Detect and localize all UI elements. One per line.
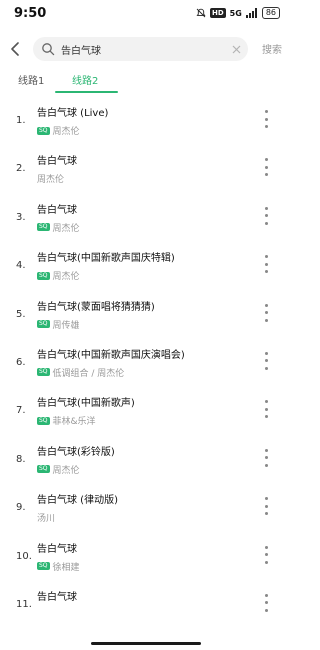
more-options-icon[interactable] xyxy=(260,545,272,564)
song-index: 2. xyxy=(16,163,26,175)
song-index: 9. xyxy=(16,502,26,514)
song-index: 10. xyxy=(16,550,32,562)
tab-route-1[interactable]: 线路1 xyxy=(18,72,44,87)
mute-icon xyxy=(196,8,206,18)
song-artist: 周杰伦 xyxy=(52,127,80,137)
sq-badge: SQ xyxy=(37,223,50,232)
song-artist: 周杰伦 xyxy=(52,272,80,283)
song-title: 告白气球 xyxy=(37,204,77,216)
song-artist-row: SQ 周杰伦 xyxy=(37,269,80,282)
more-options-icon[interactable] xyxy=(260,448,272,467)
song-index: 1. xyxy=(16,115,26,126)
song-title: 告白气球(中国新歌声国庆特辑) xyxy=(37,253,175,265)
more-options-icon[interactable] xyxy=(260,593,272,612)
home-indicator[interactable] xyxy=(91,642,201,645)
song-list: 1. 告白气球 (Live) SQ 周杰伦 2. 告白气球 周杰伦 3. 告白气球… xyxy=(0,96,292,628)
song-artist: 徐相建 xyxy=(52,562,80,573)
song-index: 4. xyxy=(16,260,26,272)
song-index: 11. xyxy=(16,598,32,610)
song-artist-row: SQ 周传雄 xyxy=(37,318,80,331)
more-options-icon[interactable] xyxy=(260,158,272,177)
song-list-item[interactable]: 2. 告白气球 周杰伦 xyxy=(0,144,292,192)
song-list-item[interactable]: 3. 告白气球 SQ 周杰伦 xyxy=(0,193,292,241)
search-query-text: 告白气球 xyxy=(61,46,101,57)
back-arrow-icon[interactable] xyxy=(6,38,24,60)
song-title: 告白气球 xyxy=(37,156,77,168)
song-title: 告白气球 (律动版) xyxy=(37,495,118,507)
song-index: 3. xyxy=(16,211,26,223)
song-title: 告白气球(彩铃版) xyxy=(37,446,115,458)
more-options-icon[interactable] xyxy=(260,110,272,128)
song-list-item[interactable]: 10. 告白气球 SQ 徐相建 xyxy=(0,532,292,580)
song-artist-row: SQ 周杰伦 xyxy=(37,463,80,476)
sq-badge: SQ xyxy=(37,320,50,329)
active-tab-indicator xyxy=(55,91,118,93)
song-list-item[interactable]: 6. 告白气球(中国新歌声国庆演唱会) SQ 低调组合 / 周杰伦 xyxy=(0,338,292,386)
song-list-item[interactable]: 4. 告白气球(中国新歌声国庆特辑) SQ 周杰伦 xyxy=(0,241,292,289)
route-tabs: 线路1 线路2 xyxy=(0,66,292,96)
song-artist-row: 汤川 xyxy=(37,511,55,524)
song-artist: 周杰伦 xyxy=(52,223,80,234)
song-list-item[interactable]: 5. 告白气球(蒙面唱将猜猜猜) SQ 周传雄 xyxy=(0,290,292,338)
status-time: 9:50 xyxy=(14,6,47,21)
song-artist: 周杰伦 xyxy=(37,175,65,186)
song-index: 6. xyxy=(16,356,26,368)
status-icons: HD 5G 86 xyxy=(196,7,280,19)
song-title: 告白气球(中国新歌声) xyxy=(37,398,135,410)
song-artist-row: SQ 低调组合 / 周杰伦 xyxy=(37,366,124,379)
song-index: 7. xyxy=(16,405,26,417)
song-title: 告白气球 xyxy=(37,591,77,603)
song-index: 5. xyxy=(16,308,26,320)
sq-badge: SQ xyxy=(37,126,50,135)
song-artist-row: SQ 徐相建 xyxy=(37,560,80,573)
hd-badge: HD xyxy=(210,8,226,18)
more-options-icon[interactable] xyxy=(260,255,272,274)
song-index: 8. xyxy=(16,453,26,465)
clear-icon[interactable] xyxy=(230,43,242,55)
song-artist-row: SQ 菲林&乐洋 xyxy=(37,414,96,427)
tab-route-2[interactable]: 线路2 xyxy=(72,72,98,87)
song-title: 告白气球 xyxy=(37,543,77,555)
network-5g-label: 5G xyxy=(229,8,242,18)
song-artist: 周传雄 xyxy=(52,320,80,331)
more-options-icon[interactable] xyxy=(260,351,272,370)
song-list-item[interactable]: 9. 告白气球 (律动版) 汤川 xyxy=(0,483,292,531)
song-list-item[interactable]: 1. 告白气球 (Live) SQ 周杰伦 xyxy=(0,96,292,144)
song-list-item[interactable]: 7. 告白气球(中国新歌声) SQ 菲林&乐洋 xyxy=(0,386,292,434)
search-bar: 告白气球 搜索 xyxy=(0,36,292,62)
song-artist: 周杰伦 xyxy=(52,465,80,476)
sq-badge: SQ xyxy=(37,416,50,425)
sq-badge: SQ xyxy=(37,368,50,377)
status-bar: 9:50 HD 5G 86 xyxy=(0,0,292,28)
more-options-icon[interactable] xyxy=(260,400,272,419)
song-title: 告白气球(蒙面唱将猜猜猜) xyxy=(37,301,155,313)
signal-icon xyxy=(245,8,257,18)
search-icon xyxy=(42,43,55,56)
search-input[interactable]: 告白气球 xyxy=(33,37,248,61)
more-options-icon[interactable] xyxy=(260,303,272,322)
song-list-item[interactable]: 11. 告白气球 xyxy=(0,580,292,628)
song-title: 告白气球 (Live) xyxy=(37,108,109,119)
song-title: 告白气球(中国新歌声国庆演唱会) xyxy=(37,349,185,361)
song-artist: 汤川 xyxy=(37,514,56,525)
search-button[interactable]: 搜索 xyxy=(262,41,282,56)
song-artist-row: SQ 周杰伦 xyxy=(37,124,80,137)
song-artist-row: SQ 周杰伦 xyxy=(37,221,80,234)
sq-badge: SQ xyxy=(37,465,50,474)
song-artist: 低调组合 / 周杰伦 xyxy=(52,368,125,379)
more-options-icon[interactable] xyxy=(260,497,272,516)
sq-badge: SQ xyxy=(37,562,50,571)
battery-icon: 86 xyxy=(261,7,280,19)
more-options-icon[interactable] xyxy=(260,206,272,225)
song-list-item[interactable]: 8. 告白气球(彩铃版) SQ 周杰伦 xyxy=(0,435,292,483)
song-artist: 菲林&乐洋 xyxy=(52,417,96,428)
sq-badge: SQ xyxy=(37,271,50,280)
song-artist-row: 周杰伦 xyxy=(37,172,64,185)
